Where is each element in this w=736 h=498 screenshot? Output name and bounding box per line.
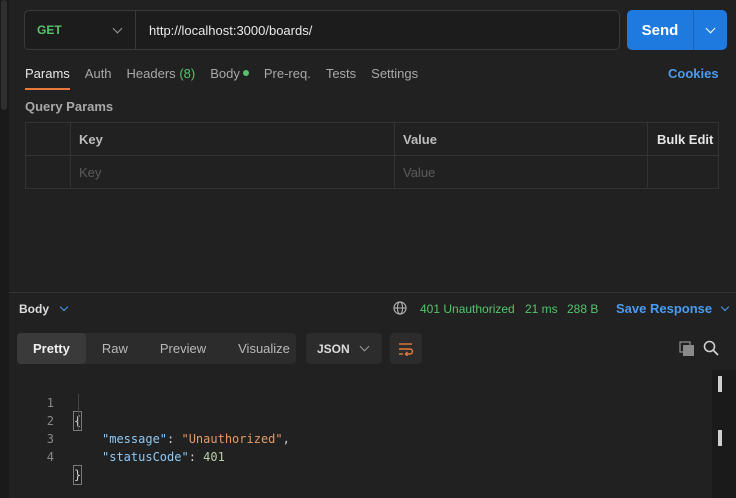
line-number: 2 <box>46 414 54 428</box>
format-label: JSON <box>317 341 350 356</box>
send-options-button[interactable] <box>694 23 727 33</box>
send-button-group: Send <box>627 10 727 50</box>
response-time[interactable]: 21 ms <box>525 302 558 316</box>
bulk-edit-button[interactable]: Bulk Edit <box>648 123 720 156</box>
key-column-header: Key <box>71 123 395 156</box>
save-response-button[interactable]: Save Response <box>616 301 730 316</box>
globe-icon[interactable] <box>393 301 407 315</box>
indent-guide <box>78 394 79 430</box>
body-indicator-dot <box>242 70 249 76</box>
tab-headers-label: Headers <box>126 66 176 81</box>
response-view-tabs: Pretty Raw Preview Visualize <box>17 333 296 364</box>
value-input[interactable]: Value <box>395 156 648 189</box>
send-button[interactable]: Send <box>627 22 693 39</box>
tab-raw[interactable]: Raw <box>86 333 144 364</box>
line-number: 3 <box>46 432 54 446</box>
copy-icon[interactable] <box>679 341 695 357</box>
close-brace: } <box>72 465 83 485</box>
response-size[interactable]: 288 B <box>567 302 598 316</box>
url-input[interactable]: http://localhost:3000/boards/ <box>136 23 312 38</box>
json-number-value: 401 <box>203 450 225 464</box>
tab-preview[interactable]: Preview <box>144 333 222 364</box>
status-badge[interactable]: 401 Unauthorized <box>420 302 515 316</box>
chevron-down-icon <box>705 23 716 33</box>
json-string-value: "Unauthorized" <box>181 432 283 446</box>
save-response-label: Save Response <box>616 301 713 316</box>
json-key: "statusCode" <box>102 450 189 464</box>
search-icon[interactable] <box>703 340 719 356</box>
scroll-marker <box>718 430 722 446</box>
json-key: "message" <box>102 432 168 446</box>
table-row: Key Value <box>26 156 718 189</box>
row-actions-cell <box>648 156 720 189</box>
json-colon: : <box>188 450 204 464</box>
method-label: GET <box>37 23 62 37</box>
tab-params[interactable]: Params <box>25 66 70 90</box>
wrap-icon <box>399 342 414 356</box>
row-checkbox-cell <box>26 156 71 189</box>
method-select[interactable]: GET <box>25 11 136 49</box>
wrap-lines-button[interactable] <box>390 333 422 364</box>
left-scroll-thumb[interactable] <box>1 0 7 110</box>
line-number: 4 <box>46 450 54 464</box>
response-body-label: Body <box>19 302 49 316</box>
tab-prereq[interactable]: Pre-req. <box>264 66 311 90</box>
json-comma: , <box>282 432 290 446</box>
code-scrollbar[interactable] <box>712 370 736 498</box>
value-column-header: Value <box>395 123 648 156</box>
chevron-down-icon <box>720 302 730 311</box>
code-content: "statusCode": 401 <box>102 448 225 466</box>
tab-visualize[interactable]: Visualize <box>222 333 306 364</box>
tab-tests[interactable]: Tests <box>326 66 356 90</box>
table-header-row: Key Value Bulk Edit <box>26 123 718 156</box>
request-url-bar: GET http://localhost:3000/boards/ <box>24 10 620 50</box>
cookies-link[interactable]: Cookies <box>668 66 719 81</box>
headers-count-badge: (8) <box>179 66 196 81</box>
scroll-marker <box>718 376 722 392</box>
chevron-down-icon <box>59 302 69 312</box>
response-body-dropdown[interactable]: Body <box>19 302 69 316</box>
tab-auth[interactable]: Auth <box>85 66 112 90</box>
pane-divider[interactable] <box>9 292 736 293</box>
chevron-down-icon <box>112 23 123 33</box>
code-line: 2 "message": "Unauthorized", <box>0 394 290 446</box>
code-line: 1 { <box>0 376 83 431</box>
tab-body[interactable]: Body <box>210 66 249 90</box>
line-number: 1 <box>46 396 54 410</box>
code-line: 3 "statusCode": 401 <box>0 412 225 464</box>
query-params-title: Query Params <box>25 99 114 114</box>
format-select[interactable]: JSON <box>306 333 382 364</box>
query-params-table: Key Value Bulk Edit Key Value <box>25 122 719 189</box>
code-content: "message": "Unauthorized", <box>102 430 290 448</box>
code-line: 4 } <box>0 430 83 485</box>
tab-body-label: Body <box>210 66 240 81</box>
request-tabs: Params Auth Headers (8) Body Pre-req. Te… <box>25 66 433 90</box>
tab-pretty[interactable]: Pretty <box>17 333 86 364</box>
tab-settings[interactable]: Settings <box>371 66 418 90</box>
json-colon: : <box>167 432 182 446</box>
key-input[interactable]: Key <box>71 156 395 189</box>
checkbox-column-header <box>26 123 71 156</box>
chevron-down-icon <box>359 341 370 352</box>
tab-headers[interactable]: Headers (8) <box>127 66 196 90</box>
